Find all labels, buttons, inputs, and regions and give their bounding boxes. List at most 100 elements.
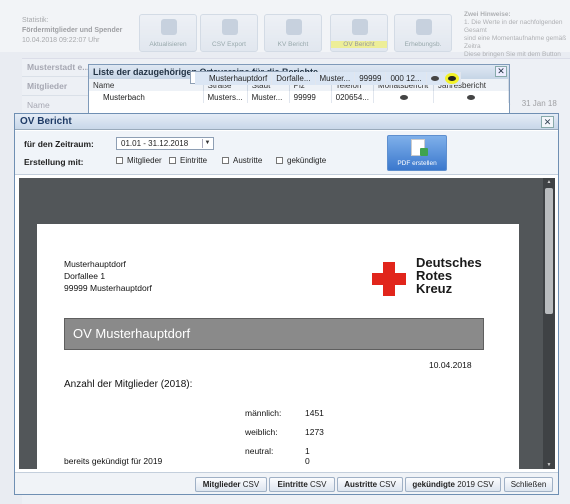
- erhebungsbogen-button[interactable]: Erhebungsb.: [394, 14, 452, 52]
- austritte-csv-button[interactable]: Austritte CSV: [337, 477, 403, 492]
- gekuendigt-row: bereits gekündigt für 2019 0: [64, 456, 310, 466]
- panel-tab-members[interactable]: Mitglieder: [22, 77, 96, 96]
- mitglieder-csv-button[interactable]: Mitglieder CSV: [195, 477, 267, 492]
- report-title-band: OV Musterhauptdorf: [64, 318, 484, 350]
- eye-icon[interactable]: [430, 76, 439, 81]
- hint-title: Zwei Hinweise:: [464, 11, 511, 18]
- address-line: Dorfallee 1: [64, 271, 106, 281]
- cell-name: Musterbach: [89, 91, 204, 103]
- close-button[interactable]: Schließen: [504, 477, 553, 492]
- button-label: CSV: [377, 480, 396, 489]
- pdf-create-button[interactable]: PDF erstellen: [387, 135, 447, 171]
- checkbox-label: Austritte: [233, 156, 263, 165]
- scroll-up-icon[interactable]: ▲: [545, 179, 553, 185]
- gekuendigt-value: 0: [305, 456, 310, 466]
- dialog-footer: Mitglieder CSV Eintritte CSV Austritte C…: [15, 472, 558, 494]
- jahresbericht-cell: [433, 91, 509, 103]
- report-date: 10.04.2018: [429, 360, 472, 370]
- erstellung-label: Erstellung mit:: [24, 157, 84, 167]
- ortsvereine-table: Name Straße Stadt Plz Telefon Monatsberi…: [89, 71, 509, 103]
- stat-value: 1451: [305, 408, 324, 418]
- eye-icon[interactable]: [467, 94, 475, 100]
- checkbox-mitglieder[interactable]: Mitglieder: [116, 156, 162, 165]
- chevron-down-icon: ▼: [202, 139, 212, 148]
- scrollbar-thumb[interactable]: [545, 188, 553, 314]
- checkbox-eintritte[interactable]: Eintritte: [169, 156, 207, 165]
- checkbox-label: Mitglieder: [127, 156, 162, 165]
- logo-text: Deutsches Rotes Kreuz: [416, 256, 482, 295]
- report-page: Musterhauptdorf Dorfallee 1 99999 Muster…: [37, 224, 519, 469]
- button-label-bold: Austritte: [344, 480, 378, 489]
- pdf-viewer[interactable]: Musterhauptdorf Dorfallee 1 99999 Muster…: [19, 178, 555, 469]
- cell-strasse: Musters...: [203, 91, 248, 103]
- logo-line: Kreuz: [416, 281, 453, 296]
- kv-report-button[interactable]: KV Bericht: [264, 14, 322, 52]
- button-label-bold: Mitglieder: [202, 480, 241, 489]
- button-label-bold: Eintritte: [277, 480, 308, 489]
- eintritte-csv-button[interactable]: Eintritte CSV: [269, 477, 335, 492]
- ov-bericht-dialog: OV Bericht ✕ für den Zeitraum: 01.01 - 3…: [14, 113, 559, 495]
- csv-export-button[interactable]: CSV Export: [200, 14, 258, 52]
- cell-telefon: 000 12...: [385, 72, 427, 85]
- button-label: CSV: [307, 480, 327, 489]
- stat-row-male: männlich: 1451: [245, 408, 324, 418]
- document-icon: [416, 19, 432, 35]
- stats-timestamp: 10.04.2018 09:22:07 Uhr: [22, 37, 100, 44]
- table-row[interactable]: Musterhauptdorf Dorfalle... Muster... 99…: [190, 71, 461, 85]
- cell-stadt: Muster...: [315, 72, 356, 85]
- refresh-button[interactable]: Aktualisieren: [139, 14, 197, 52]
- button-label: 2019 CSV: [454, 480, 494, 489]
- viewer-scrollbar[interactable]: ▲ ▼: [543, 178, 555, 469]
- scroll-down-icon[interactable]: ▼: [545, 462, 553, 468]
- house-icon: [286, 19, 302, 35]
- checkbox-box[interactable]: [169, 157, 176, 164]
- gekuendigte-csv-button[interactable]: gekündigte 2019 CSV: [405, 477, 501, 492]
- checkbox-label: Eintritte: [180, 156, 208, 165]
- hint-line: 1. Die Werte in der nachfolgenden Gesamt: [464, 19, 563, 34]
- status-bar: [0, 492, 570, 504]
- date-columns: 3 31 Jan 18: [506, 99, 557, 108]
- ov-report-button[interactable]: OV Bericht: [330, 14, 388, 52]
- checkbox-box[interactable]: [276, 157, 283, 164]
- cell-name: Musterhauptdorf: [195, 72, 273, 85]
- cell-strasse: Dorfalle...: [271, 72, 316, 85]
- close-icon[interactable]: ✕: [495, 66, 507, 77]
- stat-value: 1273: [305, 427, 324, 437]
- cell-telefon: 020654...: [331, 91, 375, 103]
- checkbox-austritte[interactable]: Austritte: [222, 156, 262, 165]
- checkbox-box[interactable]: [222, 157, 229, 164]
- refresh-button-label: Aktualisieren: [149, 41, 187, 48]
- col-header[interactable]: Name: [89, 79, 204, 91]
- red-cross-icon: [372, 262, 406, 296]
- checkbox-box[interactable]: [116, 157, 123, 164]
- csv-export-label: CSV Export: [212, 41, 246, 48]
- app-root: Statistik: Fördermitglieder und Spender …: [0, 0, 570, 504]
- monatsbericht-cell: [373, 91, 434, 103]
- cell-stadt: Muster...: [247, 91, 290, 103]
- stat-label: weiblich:: [245, 427, 278, 437]
- zeitraum-value: 01.01 - 31.12.2018: [121, 139, 189, 148]
- checkbox-gekuendigte[interactable]: gekündigte: [276, 156, 326, 165]
- table-row[interactable]: Musterbach Musters... Muster... 99999 02…: [89, 91, 509, 103]
- stats-title: Fördermitglieder und Spender: [22, 27, 123, 34]
- date-col: 31 Jan 18: [521, 99, 557, 108]
- panel-tab-org[interactable]: Musterstadt e...: [22, 58, 96, 77]
- pdf-icon: [411, 139, 428, 156]
- close-icon[interactable]: ✕: [541, 116, 554, 128]
- zeitraum-label: für den Zeitraum:: [24, 139, 94, 149]
- jahresbericht-cell: [443, 72, 461, 85]
- address-line: Musterhauptdorf: [64, 259, 126, 269]
- zeitraum-select[interactable]: 01.01 - 31.12.2018 ▼: [116, 137, 214, 150]
- house-icon: [352, 19, 368, 35]
- csv-export-icon: [222, 19, 238, 35]
- button-label-bold: gekündigte: [412, 480, 455, 489]
- eye-icon[interactable]: [399, 94, 408, 100]
- dialog-title-bar: OV Bericht ✕: [15, 114, 558, 130]
- address-line: 99999 Musterhauptdorf: [64, 283, 152, 293]
- gekuendigt-label: bereits gekündigt für 2019: [64, 456, 163, 466]
- eye-icon[interactable]: [447, 76, 456, 81]
- members-heading: Anzahl der Mitglieder (2018):: [64, 379, 193, 390]
- pdf-button-label: PDF erstellen: [397, 160, 437, 167]
- checkbox-label: gekündigte: [287, 156, 327, 165]
- ov-report-label: OV Bericht: [331, 41, 387, 48]
